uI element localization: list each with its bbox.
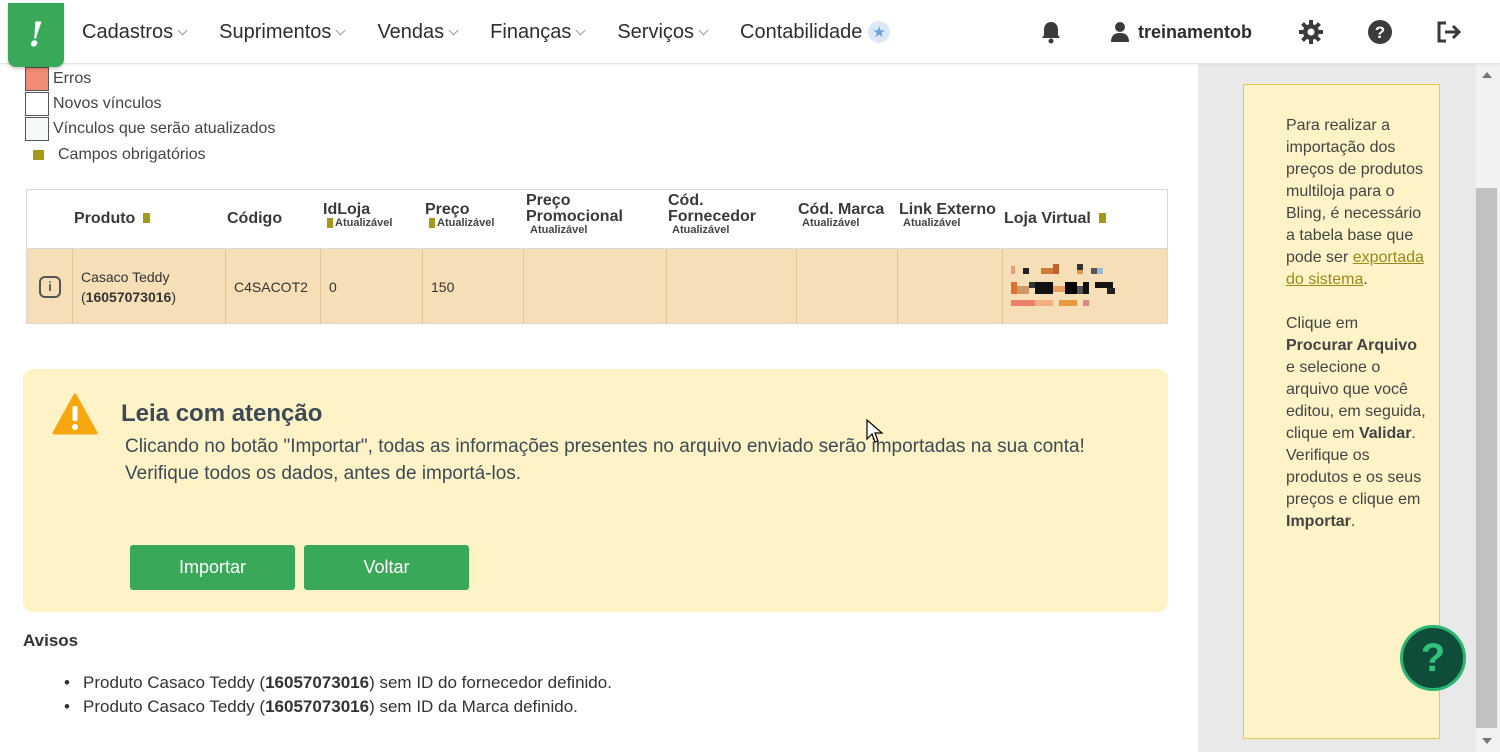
menu-servicos[interactable]: Serviços: [617, 21, 709, 44]
menu-contabilidade[interactable]: Contabilidade: [740, 21, 891, 44]
app-logo[interactable]: !: [8, 3, 64, 67]
mouse-cursor-icon: [866, 419, 884, 443]
menu-suprimentos[interactable]: Suprimentos: [219, 21, 346, 44]
legend-errors-label: Erros: [53, 70, 92, 87]
legend-errors: Erros: [25, 67, 91, 91]
cell-cod-marca: [797, 249, 898, 324]
warning-panel: Leia com atenção Clicando no botão "Impo…: [23, 369, 1168, 612]
menu-cadastros[interactable]: Cadastros: [82, 21, 188, 44]
user-name: treinamentob: [1138, 21, 1253, 42]
required-marker: [143, 213, 151, 223]
info-icon[interactable]: i: [39, 275, 61, 298]
import-button[interactable]: Importar: [130, 545, 295, 590]
user-icon: [1111, 22, 1129, 42]
legend-required-label: Campos obrigatórios: [58, 146, 206, 163]
chevron-down-icon: [335, 25, 346, 35]
cell-preco-promocional: [524, 249, 667, 324]
warning-text-line2: Verifique todos os dados, antes de impor…: [125, 463, 522, 484]
gear-icon: [1299, 20, 1323, 44]
question-circle-icon: ?: [1368, 20, 1392, 44]
logout-icon: [1437, 21, 1462, 43]
main-menu: Cadastros Suprimentos Vendas Finanças Se…: [82, 0, 923, 64]
legend-required: Campos obrigatórios: [25, 146, 206, 164]
legend-errors-swatch: [25, 67, 49, 91]
th-codigo: Código: [227, 210, 283, 227]
menu-financas[interactable]: Finanças: [490, 21, 586, 44]
redacted-pixels: [1011, 262, 1121, 312]
avisos-title: Avisos: [23, 631, 79, 650]
scroll-down-icon[interactable]: [1482, 738, 1492, 744]
back-button[interactable]: Voltar: [304, 545, 469, 590]
th-preco-promocional: Preço Promocional Atualizável: [526, 192, 623, 236]
logout-button[interactable]: [1436, 0, 1462, 64]
th-link-externo: Link Externo Atualizável: [899, 201, 996, 229]
scrollbar-thumb[interactable]: [1476, 188, 1497, 728]
legend-updated-links-label: Vínculos que serão atualizados: [53, 120, 276, 137]
notifications-button[interactable]: [1040, 0, 1062, 64]
cell-idloja: 0: [321, 249, 423, 324]
list-item: Produto Casaco Teddy (16057073016) sem I…: [64, 697, 578, 717]
cell-link-externo: [898, 249, 1003, 324]
legend-new-links-swatch: [25, 92, 49, 116]
cell-produto: Casaco Teddy (16057073016): [73, 249, 226, 324]
user-menu[interactable]: treinamentob: [1110, 0, 1252, 64]
warning-text-line1: Clicando no botão "Importar", todas as i…: [125, 436, 1085, 457]
scroll-up-icon[interactable]: [1482, 72, 1492, 78]
legend-new-links: Novos vínculos: [25, 92, 162, 116]
cell-loja-virtual-redacted: [1003, 249, 1167, 324]
star-icon: [868, 21, 891, 43]
table-header: Produto Código IdLoja Atualizável Preço At…: [27, 190, 1167, 248]
svg-text:?: ?: [1375, 23, 1385, 42]
th-produto: Produto: [74, 211, 151, 227]
bell-icon: [1042, 22, 1060, 44]
help-text: Para realizar a importação dos preços de…: [1286, 117, 1426, 530]
th-cod-marca: Cód. Marca Atualizável: [798, 201, 885, 229]
list-item: Produto Casaco Teddy (16057073016) sem I…: [64, 673, 612, 693]
th-cod-fornecedor: Cód. Fornecedor Atualizável: [668, 192, 757, 236]
warning-title: Leia com atenção: [121, 400, 323, 427]
warning-triangle-icon: [52, 393, 98, 435]
chevron-down-icon: [698, 25, 709, 35]
legend-required-swatch: [33, 150, 44, 160]
help-button[interactable]: ?: [1367, 0, 1393, 64]
th-preco: Preço Atualizável: [425, 201, 495, 229]
import-preview-table: Produto Código IdLoja Atualizável Preço At…: [26, 189, 1168, 324]
cell-preco: 150: [423, 249, 524, 324]
legend-new-links-label: Novos vínculos: [53, 95, 162, 112]
cell-info: i: [27, 249, 73, 324]
chevron-down-icon: [177, 25, 188, 35]
chevron-down-icon: [575, 25, 586, 35]
legend-updated-links-swatch: [25, 117, 49, 141]
help-chat-button[interactable]: ?: [1400, 625, 1466, 691]
menu-vendas[interactable]: Vendas: [377, 21, 459, 44]
question-mark-icon: ?: [1420, 635, 1446, 680]
top-navbar: ! Cadastros Suprimentos Vendas Finanças …: [0, 0, 1500, 67]
required-marker: [1098, 213, 1106, 223]
table-row: i Casaco Teddy (16057073016) C4SACOT2 0 1…: [27, 248, 1167, 324]
cell-codigo: C4SACOT2: [226, 249, 321, 324]
settings-button[interactable]: [1298, 0, 1324, 64]
legend-updated-links: Vínculos que serão atualizados: [25, 117, 275, 141]
cell-cod-fornecedor: [667, 249, 797, 324]
th-idloja: IdLoja Atualizável: [323, 201, 393, 229]
chevron-down-icon: [448, 25, 459, 35]
th-loja-virtual: Loja Virtual: [1004, 211, 1106, 227]
